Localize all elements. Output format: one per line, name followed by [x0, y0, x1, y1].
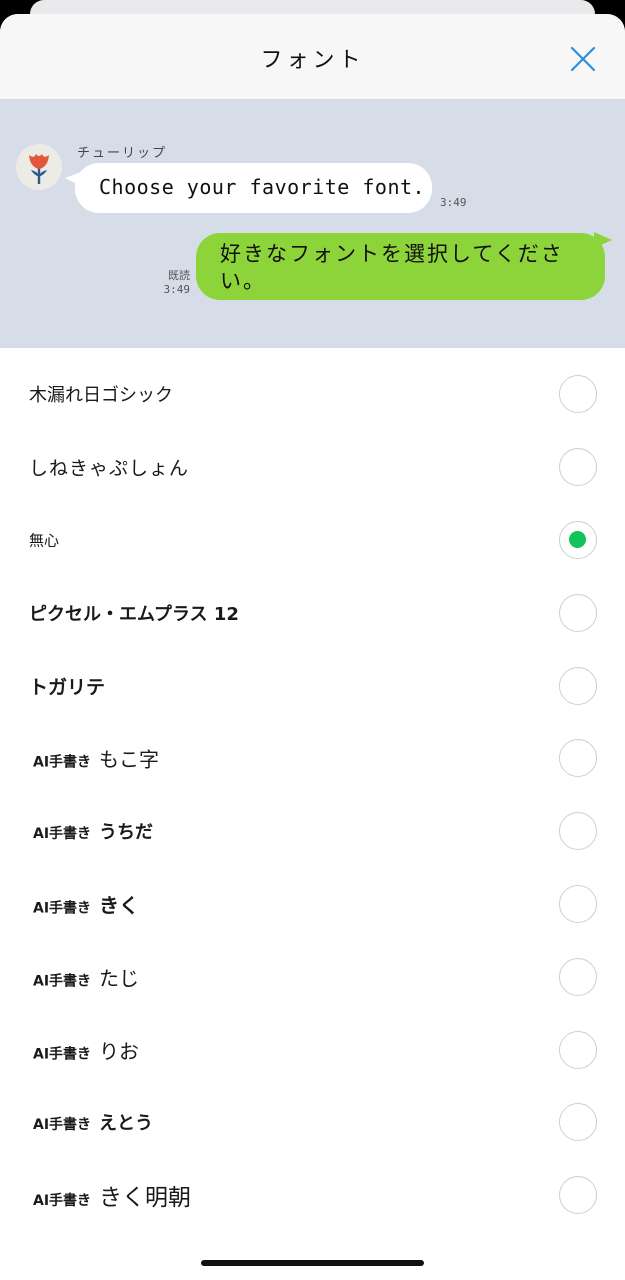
read-status: 既読 3:49	[152, 269, 191, 297]
avatar	[16, 144, 62, 190]
font-label: AI手書き りお	[29, 1035, 139, 1064]
font-radio[interactable]	[559, 593, 597, 632]
font-option[interactable]: 無心	[0, 504, 625, 577]
sender-name: チューリップ	[77, 146, 168, 161]
font-label: AI手書き えとう	[29, 1109, 153, 1135]
font-prefix: AI手書き	[33, 973, 92, 990]
font-radio[interactable]	[559, 739, 597, 778]
font-radio[interactable]	[559, 957, 597, 996]
font-prefix: AI手書き	[33, 1117, 92, 1134]
incoming-message-bubble: Choose your favorite font.	[75, 163, 432, 213]
font-radio-selected[interactable]	[559, 520, 597, 559]
font-prefix: AI手書き	[33, 1046, 92, 1063]
home-indicator	[201, 1260, 424, 1266]
close-button[interactable]	[569, 45, 597, 73]
font-option[interactable]: しねきゃぷしょん	[0, 431, 625, 504]
font-option[interactable]: AI手書き えとう	[0, 1086, 625, 1159]
selected-indicator	[569, 530, 586, 548]
font-option[interactable]: AI手書き きく	[0, 868, 625, 941]
read-label: 既読	[168, 269, 190, 282]
font-name: 無心	[29, 531, 60, 550]
font-prefix: AI手書き	[33, 900, 92, 917]
font-name: ピクセル・エムプラス 12	[29, 603, 239, 625]
font-option[interactable]: AI手書き うちだ	[0, 795, 625, 868]
font-label: AI手書き もこ字	[29, 744, 159, 773]
font-option[interactable]: ピクセル・エムプラス 12	[0, 576, 625, 649]
font-settings-sheet: フォント チューリップ Choose your favorite font. 3…	[0, 14, 625, 1280]
font-list: 木漏れ日ゴシック しねきゃぷしょん 無心 ピクセル・エムプラス 12 トガリテ …	[0, 358, 625, 1232]
chat-preview: チューリップ Choose your favorite font. 3:49 既…	[0, 100, 625, 348]
font-option[interactable]: AI手書き もこ字	[0, 722, 625, 795]
font-name: りお	[99, 1039, 140, 1064]
font-prefix: AI手書き	[33, 1193, 92, 1210]
close-icon	[570, 46, 596, 72]
outgoing-timestamp: 3:49	[163, 283, 191, 296]
font-name: きく	[99, 893, 140, 918]
font-option[interactable]: AI手書き きく明朝	[0, 1159, 625, 1232]
outgoing-message-bubble: 好きなフォントを選択してください。	[196, 233, 605, 300]
font-radio[interactable]	[559, 666, 597, 705]
font-radio[interactable]	[559, 1103, 597, 1142]
font-label: AI手書き きく明朝	[29, 1178, 191, 1212]
font-radio[interactable]	[559, 884, 597, 923]
header: フォント	[0, 14, 625, 100]
font-name: きく明朝	[99, 1185, 192, 1212]
font-name: もこ字	[99, 747, 160, 772]
font-name: えとう	[99, 1113, 154, 1135]
font-prefix: AI手書き	[33, 754, 92, 771]
font-option[interactable]: AI手書き りお	[0, 1013, 625, 1086]
font-prefix: AI手書き	[33, 826, 92, 843]
incoming-timestamp: 3:49	[440, 196, 467, 209]
font-radio[interactable]	[559, 1176, 597, 1215]
font-name: トガリテ	[29, 676, 106, 699]
font-radio[interactable]	[559, 812, 597, 851]
font-name: うちだ	[99, 822, 154, 844]
font-radio[interactable]	[559, 1030, 597, 1069]
tulip-icon	[16, 144, 62, 190]
font-label: AI手書き うちだ	[29, 818, 153, 844]
outgoing-bubble-tail	[594, 232, 612, 248]
font-label: AI手書き たじ	[29, 962, 139, 991]
page-title: フォント	[260, 48, 365, 73]
font-option[interactable]: 木漏れ日ゴシック	[0, 358, 625, 431]
font-name: たじ	[99, 966, 140, 991]
font-label: AI手書き きく	[29, 889, 139, 918]
font-name: 木漏れ日ゴシック	[29, 385, 173, 407]
font-name: しねきゃぷしょん	[29, 457, 190, 480]
font-radio[interactable]	[559, 448, 597, 487]
font-radio[interactable]	[559, 375, 597, 414]
font-option[interactable]: AI手書き たじ	[0, 940, 625, 1013]
font-option[interactable]: トガリテ	[0, 649, 625, 722]
